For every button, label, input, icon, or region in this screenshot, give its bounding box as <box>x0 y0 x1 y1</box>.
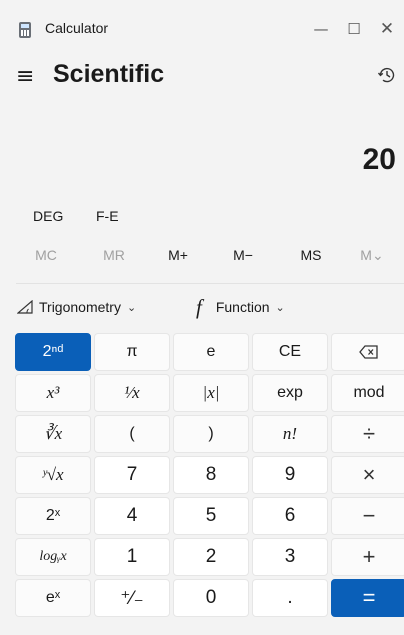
function-dropdown[interactable]: f Function ⌄ <box>196 295 285 319</box>
memory-list-button[interactable]: M⌄ <box>344 240 400 270</box>
trigonometry-dropdown[interactable]: Trigonometry ⌄ <box>17 299 136 315</box>
function-label: Function <box>215 299 270 315</box>
two-power-x-button[interactable]: 2ˣ <box>15 497 91 535</box>
mod-button[interactable]: mod <box>331 374 404 412</box>
cube-button[interactable]: x³ <box>15 374 91 412</box>
divider <box>16 283 404 284</box>
digit-4-button[interactable]: 4 <box>94 497 170 535</box>
log-base-y-button[interactable]: logᵧx <box>15 538 91 576</box>
function-icon: f <box>196 295 202 319</box>
calculator-app-icon <box>19 22 31 38</box>
reciprocal-button[interactable]: ¹⁄x <box>94 374 170 412</box>
digit-8-button[interactable]: 8 <box>173 456 249 494</box>
digit-0-button[interactable]: 0 <box>173 579 249 617</box>
equals-button[interactable]: = <box>331 579 404 617</box>
digit-3-button[interactable]: 3 <box>252 538 328 576</box>
function-row: Trigonometry ⌄ f Function ⌄ <box>0 294 404 324</box>
digit-7-button[interactable]: 7 <box>94 456 170 494</box>
cube-root-button[interactable]: ∛x <box>15 415 91 453</box>
digit-9-button[interactable]: 9 <box>252 456 328 494</box>
backspace-icon <box>359 345 378 359</box>
y-root-button[interactable]: ʸ√x <box>15 456 91 494</box>
e-button[interactable]: e <box>173 333 249 371</box>
digit-1-button[interactable]: 1 <box>94 538 170 576</box>
negate-button[interactable]: ⁺⁄₋ <box>94 579 170 617</box>
mode-title: Scientific <box>53 60 165 88</box>
memory-clear-button[interactable]: MC <box>16 240 76 270</box>
angle-unit-button[interactable]: DEG <box>33 208 63 224</box>
display-value: 20 <box>362 143 396 176</box>
maximize-button[interactable]: ☐ <box>342 18 366 40</box>
add-button[interactable]: + <box>331 538 404 576</box>
title-bar: Calculator — ☐ ✕ <box>0 0 404 58</box>
multiply-button[interactable]: × <box>331 456 404 494</box>
fe-notation-button[interactable]: F-E <box>96 208 119 224</box>
absolute-value-button[interactable]: |x| <box>173 374 249 412</box>
minimize-button[interactable]: — <box>309 18 333 40</box>
divide-button[interactable]: ÷ <box>331 415 404 453</box>
exp-button[interactable]: exp <box>252 374 328 412</box>
clear-entry-button[interactable]: CE <box>252 333 328 371</box>
history-icon[interactable] <box>376 64 398 86</box>
decimal-button[interactable]: . <box>252 579 328 617</box>
digit-5-button[interactable]: 5 <box>173 497 249 535</box>
memory-row: MC MR M+ M− MS M⌄ <box>0 240 404 270</box>
window-title: Calculator <box>45 20 109 36</box>
hamburger-menu-icon[interactable]: ≡ <box>16 66 40 88</box>
subtract-button[interactable]: − <box>331 497 404 535</box>
memory-add-button[interactable]: M+ <box>148 240 208 270</box>
close-button[interactable]: ✕ <box>375 18 399 40</box>
factorial-button[interactable]: n! <box>252 415 328 453</box>
digit-6-button[interactable]: 6 <box>252 497 328 535</box>
memory-recall-button[interactable]: MR <box>84 240 144 270</box>
close-paren-button[interactable]: ) <box>173 415 249 453</box>
digit-2-button[interactable]: 2 <box>173 538 249 576</box>
open-paren-button[interactable]: ( <box>94 415 170 453</box>
triangle-icon <box>17 300 33 314</box>
second-function-button[interactable]: 2ⁿᵈ <box>15 333 91 371</box>
chevron-down-icon: ⌄ <box>275 301 285 314</box>
memory-subtract-button[interactable]: M− <box>213 240 273 270</box>
backspace-button[interactable] <box>331 333 404 371</box>
memory-store-button[interactable]: MS <box>281 240 341 270</box>
chevron-down-icon: ⌄ <box>126 301 137 314</box>
e-power-x-button[interactable]: eˣ <box>15 579 91 617</box>
trigonometry-label: Trigonometry <box>39 299 121 315</box>
pi-button[interactable]: π <box>94 333 170 371</box>
